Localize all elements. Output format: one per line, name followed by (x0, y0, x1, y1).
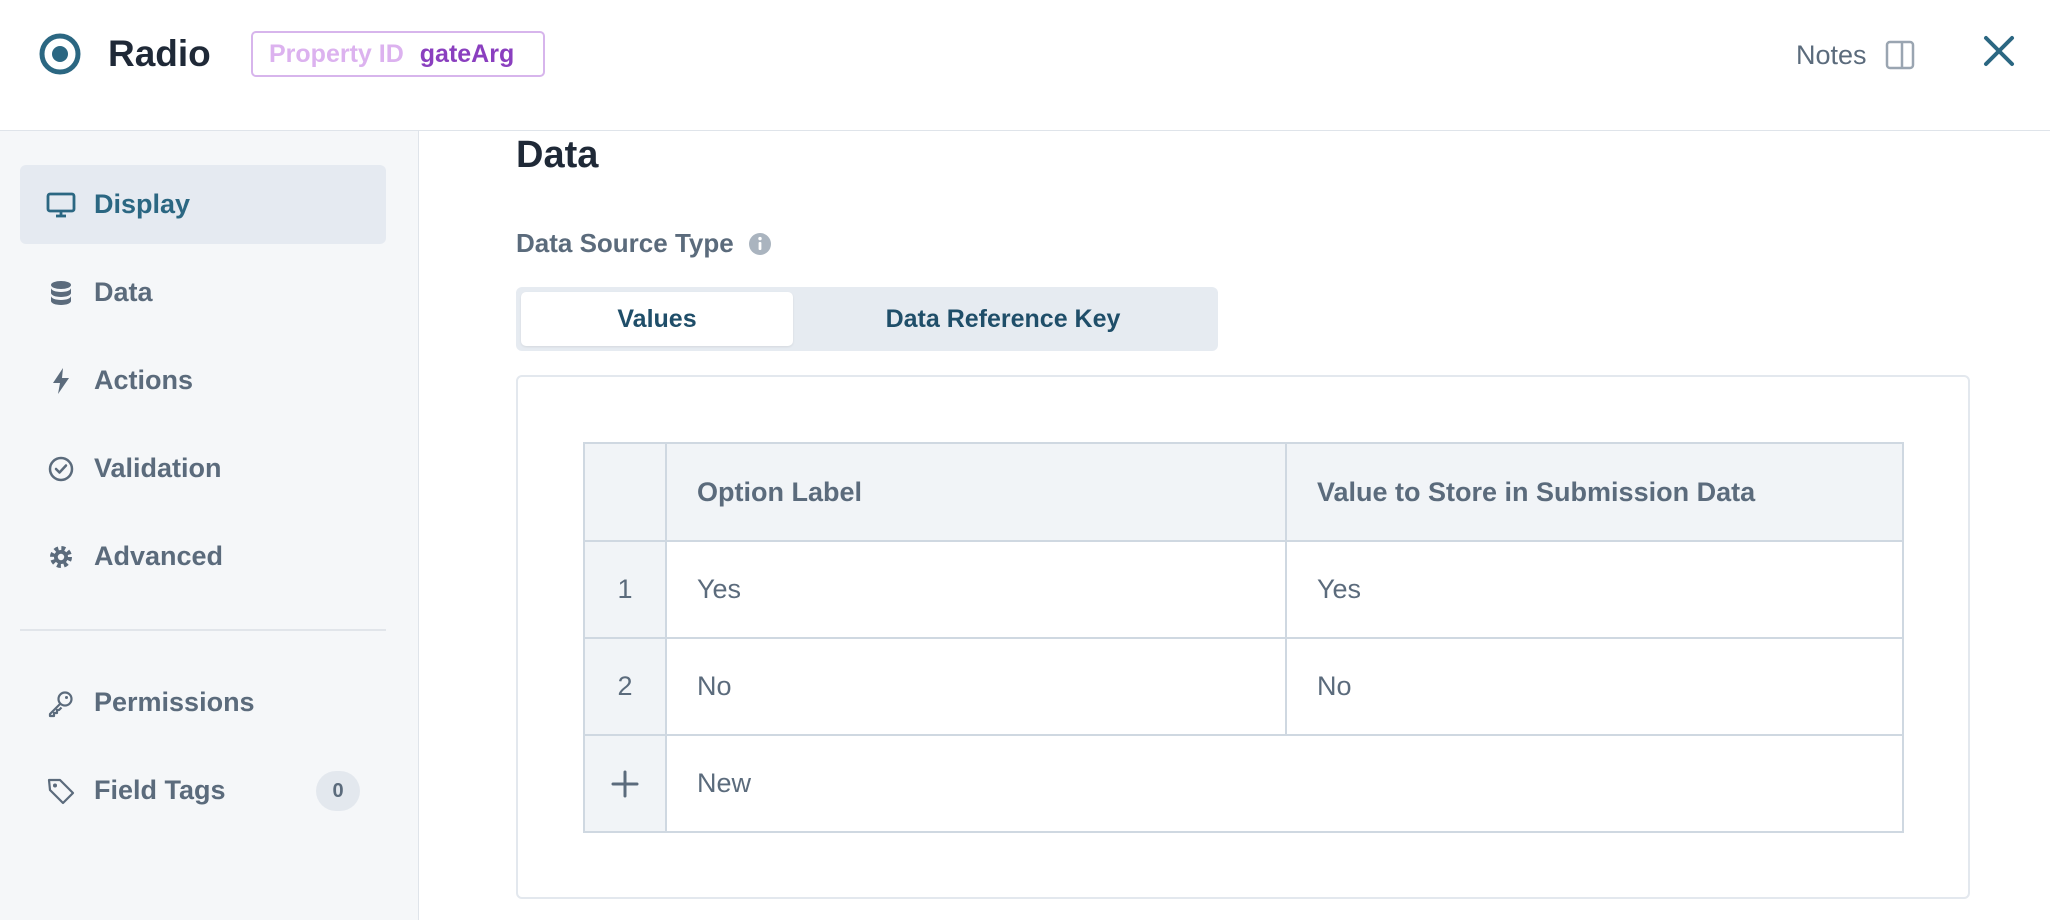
info-icon[interactable] (748, 232, 772, 256)
notes-toggle[interactable]: Notes (1796, 38, 1915, 72)
sidebar-item-label: Field Tags (94, 775, 226, 805)
value-column-header: Value to Store in Submission Data (1285, 442, 1904, 542)
add-row-button[interactable] (583, 734, 667, 833)
key-icon (46, 688, 76, 718)
check-circle-icon (46, 454, 76, 484)
data-source-type-label: Data Source Type (516, 228, 772, 259)
table-row: 1 Yes Yes (583, 540, 1904, 639)
sidebar-item-label: Permissions (94, 687, 255, 717)
main-content: Data Data Source Type Values Data Refere… (420, 131, 2050, 920)
close-icon[interactable] (1980, 32, 2018, 70)
option-label-column-header: Option Label (665, 442, 1287, 542)
table-header-row: Option Label Value to Store in Submissio… (583, 442, 1904, 542)
sidebar: Display Data Actions Validation Advanced… (0, 131, 419, 920)
row-index: 1 (583, 540, 667, 639)
option-value-cell[interactable]: No (1285, 637, 1904, 736)
data-source-type-text: Data Source Type (516, 228, 734, 258)
sidebar-item-field-tags[interactable]: Field Tags 0 (20, 751, 386, 830)
add-row[interactable]: New (583, 734, 1904, 833)
gear-icon (46, 542, 76, 572)
tag-icon (46, 776, 76, 806)
data-source-type-toggle: Values Data Reference Key (516, 287, 1218, 351)
radio-icon (39, 33, 81, 75)
sidebar-divider (20, 629, 386, 631)
sidebar-item-advanced[interactable]: Advanced (20, 517, 386, 596)
tab-values[interactable]: Values (521, 292, 793, 346)
option-label-cell[interactable]: Yes (665, 540, 1287, 639)
database-icon (46, 278, 76, 308)
sidebar-item-label: Data (94, 277, 153, 307)
property-id-value: gateArg (419, 39, 515, 68)
panel-header: Radio Property ID gateArg Notes (0, 0, 2050, 131)
options-table: Option Label Value to Store in Submissio… (583, 442, 1904, 833)
section-title: Data (516, 134, 599, 176)
sidebar-item-permissions[interactable]: Permissions (20, 663, 386, 742)
field-type-title: Radio (108, 33, 211, 74)
sidebar-item-label: Advanced (94, 541, 224, 571)
side-panel-icon (1885, 40, 1914, 70)
table-row: 2 No No (583, 637, 1904, 736)
property-id-badge[interactable]: Property ID gateArg (251, 31, 545, 77)
sidebar-item-display[interactable]: Display (20, 165, 386, 244)
values-panel: Option Label Value to Store in Submissio… (516, 375, 1970, 899)
tab-data-reference-key[interactable]: Data Reference Key (793, 292, 1213, 346)
field-tags-count-badge: 0 (316, 771, 360, 811)
row-index: 2 (583, 637, 667, 736)
option-value-cell[interactable]: Yes (1285, 540, 1904, 639)
notes-label: Notes (1796, 39, 1867, 70)
sidebar-item-actions[interactable]: Actions (20, 341, 386, 420)
sidebar-item-validation[interactable]: Validation (20, 429, 386, 508)
index-column-header (583, 442, 667, 542)
plus-icon (611, 770, 639, 798)
sidebar-item-data[interactable]: Data (20, 253, 386, 332)
sidebar-item-label: Validation (94, 453, 222, 483)
new-row-label[interactable]: New (665, 734, 1904, 833)
monitor-icon (46, 190, 76, 220)
option-label-cell[interactable]: No (665, 637, 1287, 736)
property-id-label: Property ID (269, 39, 404, 68)
sidebar-item-label: Actions (94, 365, 194, 395)
lightning-icon (46, 366, 76, 396)
sidebar-item-label: Display (94, 189, 191, 219)
